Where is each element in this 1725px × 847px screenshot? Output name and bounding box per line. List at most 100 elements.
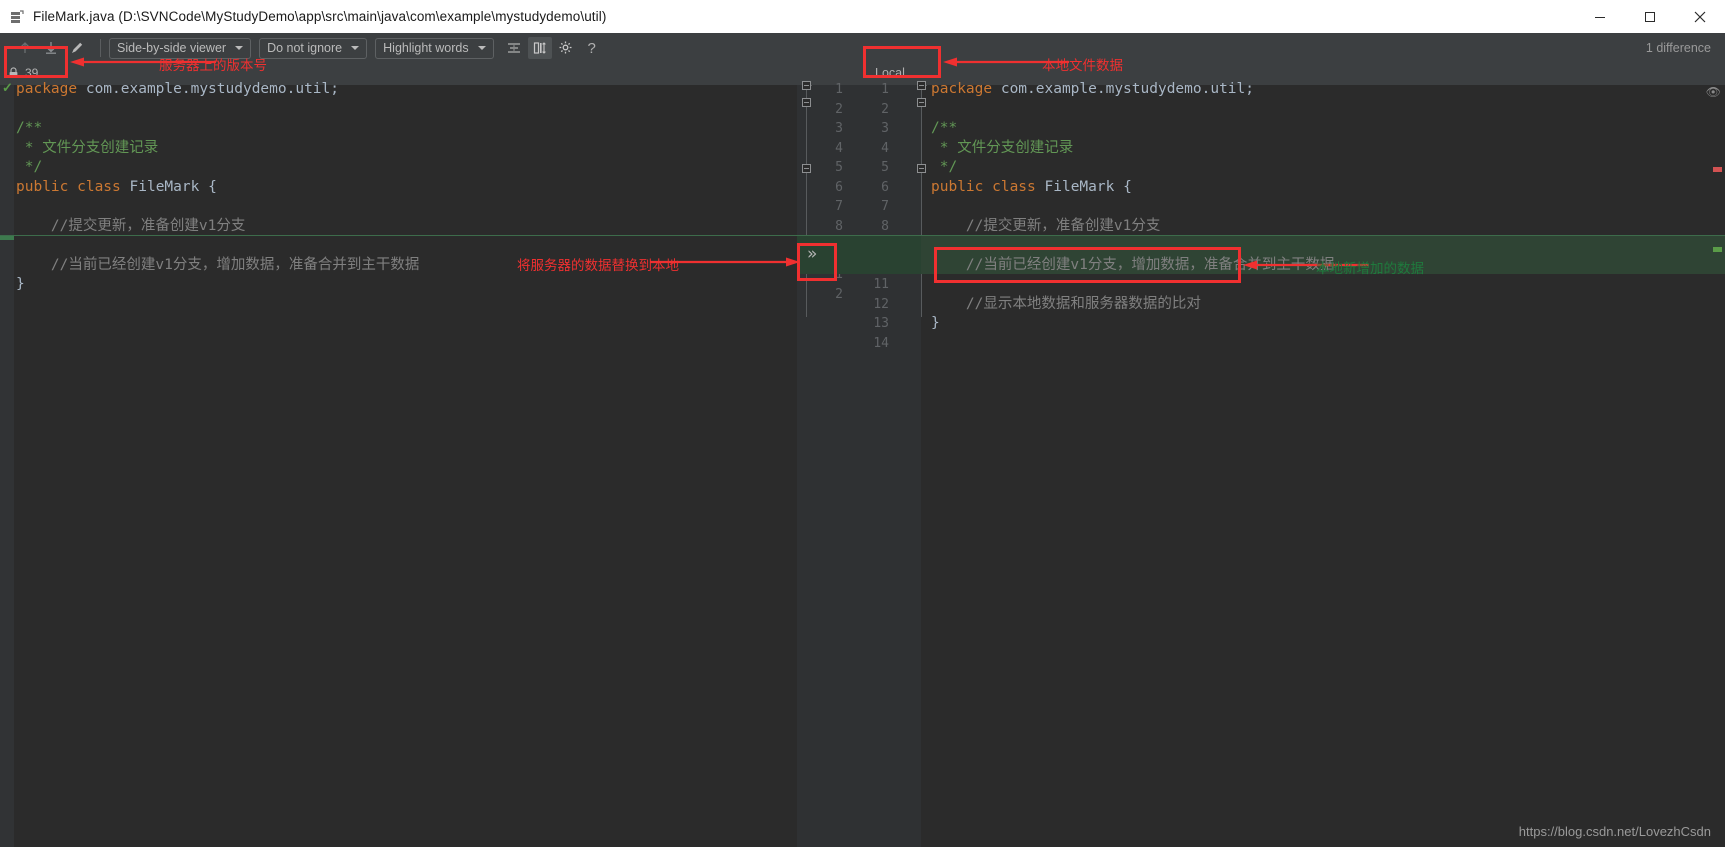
left-change-gutter: [0, 85, 14, 847]
code-token: com.example.mystudydemo.util;: [77, 81, 339, 97]
help-label: ?: [587, 40, 595, 57]
close-button[interactable]: [1675, 0, 1725, 33]
right-fold-rail: [921, 85, 922, 317]
settings-gear-icon[interactable]: [554, 37, 578, 59]
editor-area: ✓ package com.example.mystudydemo.util;/…: [0, 85, 1725, 847]
line-number: 7: [817, 197, 843, 217]
accept-right-chevron-icon: »: [807, 246, 817, 263]
line-number: 8: [817, 217, 843, 237]
code-token: * 文件分支创建记录: [931, 140, 1073, 156]
line-number: 6: [863, 178, 889, 198]
server-revision-pane[interactable]: ✓ package com.example.mystudydemo.util;/…: [0, 85, 797, 847]
annotation-text-accept-change: 将服务器的数据替换到本地: [517, 254, 679, 274]
eye-icon[interactable]: 👁: [1706, 85, 1721, 99]
highlight-mode-dropdown[interactable]: Highlight words: [375, 38, 493, 59]
line-number: 1: [863, 80, 889, 100]
code-line: */: [16, 158, 42, 178]
annotation-text-local: 本地文件数据: [1042, 54, 1123, 74]
title-bar: FileMark.java (D:\SVNCode\MyStudyDemo\ap…: [0, 0, 1725, 33]
code-line: /**: [931, 119, 957, 139]
minimize-button[interactable]: [1575, 0, 1625, 33]
code-token: FileMark {: [130, 179, 217, 195]
code-line: package com.example.mystudydemo.util;: [16, 80, 339, 100]
code-line: //当前已经创建v1分支，增加数据，准备合并到主干数据: [16, 256, 419, 276]
maximize-button[interactable]: [1625, 0, 1675, 33]
java-file-icon: [9, 9, 25, 25]
scrollbar-insert-marker[interactable]: [1713, 247, 1722, 252]
difference-count-label: 1 difference: [1646, 41, 1711, 55]
collapse-unchanged-icon[interactable]: [502, 37, 526, 59]
code-token: /**: [931, 120, 957, 136]
lock-icon: [8, 67, 19, 79]
help-icon[interactable]: ?: [580, 37, 604, 59]
line-number: 5: [817, 158, 843, 178]
viewer-mode-label: Side-by-side viewer: [117, 41, 226, 55]
right-fold-box-1[interactable]: [917, 81, 926, 90]
line-number: 3: [863, 119, 889, 139]
code-line: public class FileMark {: [16, 178, 217, 198]
code-line: //提交更新，准备创建v1分支: [931, 217, 1160, 237]
chevron-down-icon: [478, 46, 486, 50]
code-token: * 文件分支创建记录: [16, 140, 158, 156]
line-number: 2: [863, 100, 889, 120]
highlight-mode-label: Highlight words: [383, 41, 468, 55]
show-whitespace-icon[interactable]: [528, 37, 552, 59]
line-number: 1: [817, 80, 843, 100]
scrollbar-change-marker[interactable]: [1713, 167, 1722, 172]
line-number: 6: [817, 178, 843, 198]
code-line: //显示本地数据和服务器数据的比对: [931, 295, 1201, 315]
annotation-text-server-revision: 服务器上的版本号: [159, 54, 267, 74]
next-difference-icon[interactable]: [40, 37, 62, 59]
code-token: }: [931, 315, 940, 331]
code-token: */: [931, 159, 957, 175]
previous-difference-icon[interactable]: [14, 37, 36, 59]
line-number: 13: [863, 314, 889, 334]
line-number: 3: [817, 119, 843, 139]
code-line: */: [931, 158, 957, 178]
chevron-down-icon: [351, 46, 359, 50]
code-line: * 文件分支创建记录: [16, 139, 158, 159]
server-revision-number: 39: [25, 66, 38, 80]
ignore-policy-dropdown[interactable]: Do not ignore: [259, 38, 367, 59]
watermark: https://blog.csdn.net/LovezhCsdn: [1519, 824, 1711, 839]
code-token: package: [931, 81, 992, 97]
left-fold-box-2[interactable]: [802, 98, 811, 107]
right-fold-box-3[interactable]: [917, 164, 926, 173]
line-number: 4: [863, 139, 889, 159]
ignore-policy-label: Do not ignore: [267, 41, 342, 55]
code-token: //提交更新，准备创建v1分支: [931, 218, 1160, 234]
code-line: }: [931, 314, 940, 334]
code-token: }: [16, 276, 25, 292]
local-file-pane[interactable]: package com.example.mystudydemo.util;/**…: [921, 85, 1725, 847]
line-number: 11: [863, 275, 889, 295]
code-line: //提交更新，准备创建v1分支: [16, 217, 245, 237]
chevron-down-icon: [235, 46, 243, 50]
left-fold-box-3[interactable]: [802, 164, 811, 173]
code-line: package com.example.mystudydemo.util;: [931, 80, 1254, 100]
diff-divider[interactable]: 1234567891012 1234567891011121314 »: [797, 85, 921, 847]
code-token: //显示本地数据和服务器数据的比对: [931, 296, 1201, 312]
line-number: 12: [863, 295, 889, 315]
window-controls: [1575, 0, 1725, 33]
local-revision-label: Local: [875, 66, 905, 80]
line-number: 7: [863, 197, 889, 217]
code-line: public class FileMark {: [931, 178, 1132, 198]
code-token: public class: [931, 179, 1045, 195]
annotation-text-new-data: 本地新增加的数据: [1316, 257, 1424, 277]
left-fold-box-1[interactable]: [802, 81, 811, 90]
code-token: */: [16, 159, 42, 175]
window-title: FileMark.java (D:\SVNCode\MyStudyDemo\ap…: [33, 9, 606, 24]
diff-viewer-window: FileMark.java (D:\SVNCode\MyStudyDemo\ap…: [0, 0, 1725, 847]
code-line: * 文件分支创建记录: [931, 139, 1073, 159]
line-number: 8: [863, 217, 889, 237]
code-token: FileMark {: [1045, 179, 1132, 195]
accept-change-button[interactable]: »: [797, 235, 837, 274]
code-token: package: [16, 81, 77, 97]
code-token: /**: [16, 120, 42, 136]
code-token: com.example.mystudydemo.util;: [992, 81, 1254, 97]
right-fold-box-2[interactable]: [917, 98, 926, 107]
left-fold-rail: [806, 85, 807, 317]
valid-check-icon: ✓: [2, 80, 13, 96]
code-token: public class: [16, 179, 130, 195]
line-number: 4: [817, 139, 843, 159]
